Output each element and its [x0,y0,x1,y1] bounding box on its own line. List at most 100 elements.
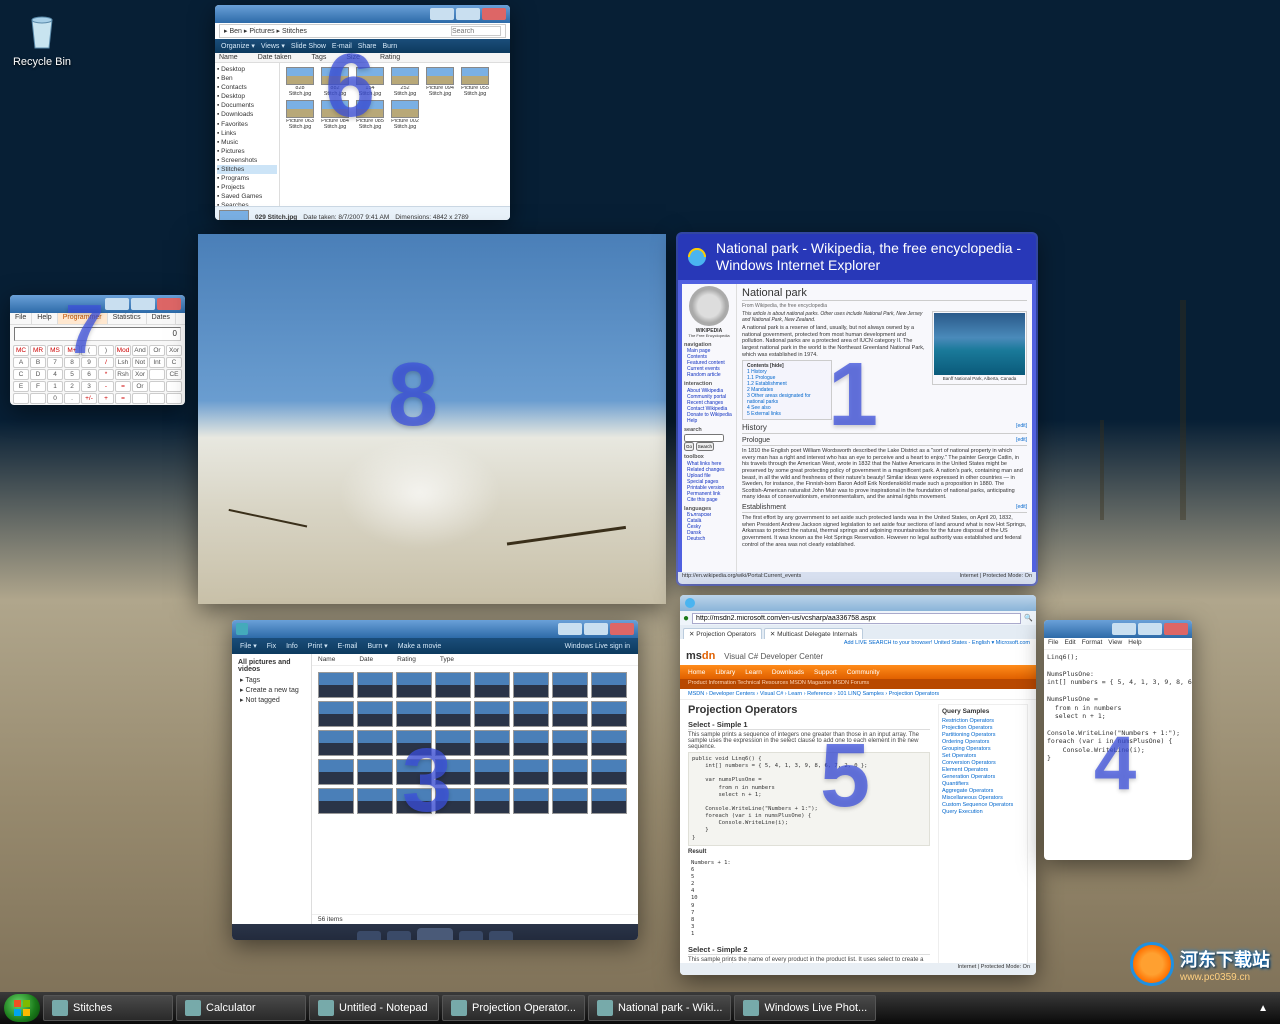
msdn-address-bar[interactable]: ● 🔍 [680,611,1036,625]
msdn-nav[interactable]: HomeLibraryLearnDownloadsSupportCommunit… [680,665,1036,679]
calc-key[interactable]: 0 [47,393,63,404]
tree-item[interactable]: ▪ Desktop [217,65,277,74]
toolbar-item[interactable]: Share [358,43,377,50]
sidebar-item[interactable]: ▸ Not tagged [238,695,305,705]
rotate-left-button[interactable] [387,931,411,940]
photo-thumbnail[interactable] [474,730,510,756]
toolbar-item[interactable]: File ▾ [240,642,257,650]
photo-thumbnail[interactable] [474,759,510,785]
close-button[interactable] [482,8,506,20]
calculator-window[interactable]: FileHelpProgrammerStatisticsDates 0 MCMR… [10,295,185,405]
calc-tab[interactable]: Dates [147,313,176,324]
photo-thumbnail[interactable] [396,788,432,814]
toc-item[interactable]: 5 External links [747,411,827,417]
calc-key[interactable]: 9 [81,357,97,368]
calc-tabs[interactable]: FileHelpProgrammerStatisticsDates [10,313,185,325]
wiki-search-input[interactable] [684,434,724,442]
nav-item[interactable]: Home [688,669,705,676]
photo-thumbnail[interactable] [552,788,588,814]
taskbar-button[interactable]: Calculator [176,995,306,1021]
file-thumbnail[interactable]: Picture 002 Stitch.jpg [389,100,421,130]
taskbar-button[interactable]: Stitches [43,995,173,1021]
sidebar-item[interactable]: ▸ Create a new tag [238,685,305,695]
calc-key[interactable]: A [13,357,29,368]
tree-item[interactable]: ▪ Links [217,129,277,138]
prev-button[interactable] [357,931,381,940]
calc-key[interactable]: / [98,357,114,368]
nav-item[interactable]: Community [847,669,880,676]
column-header[interactable]: Size [346,54,360,61]
calc-key[interactable]: E [13,381,29,392]
calc-key[interactable]: Rsh [115,369,131,380]
column-headers[interactable]: NameDate takenTagsSizeRating [215,53,510,63]
calc-key[interactable] [149,369,165,380]
address-bar[interactable]: ▸ Ben ▸ Pictures ▸ Stitches [219,24,506,38]
calc-key[interactable]: CE [166,369,182,380]
sidebar-link[interactable]: Aggregate Operators [942,787,1024,794]
calc-key[interactable] [149,381,165,392]
notepad-text[interactable]: Linq6(); NumsPlusOne: int[] numbers = { … [1044,650,1192,766]
url-input[interactable] [692,613,1021,624]
toolbar-item[interactable]: Make a movie [398,643,442,650]
calc-key[interactable]: D [30,369,46,380]
menu-item[interactable]: Help [1128,639,1141,648]
photo-thumbnail[interactable] [357,730,393,756]
tray-icon[interactable]: ▲ [1258,1003,1268,1014]
calc-tab[interactable]: File [10,313,32,324]
calc-key[interactable]: 7 [47,357,63,368]
gallery-grid[interactable] [312,666,638,914]
calc-key[interactable]: . [64,393,80,404]
tree-item[interactable]: ▪ Downloads [217,110,277,119]
photo-thumbnail[interactable] [435,701,471,727]
rotate-right-button[interactable] [459,931,483,940]
photo-thumbnail[interactable] [318,701,354,727]
photo-thumbnail[interactable] [474,788,510,814]
photo-thumbnail[interactable] [396,672,432,698]
taskbar-button[interactable]: National park - Wiki... [588,995,732,1021]
taskbar[interactable]: StitchesCalculatorUntitled - NotepadProj… [0,992,1280,1024]
calc-key[interactable]: - [98,381,114,392]
calc-key[interactable]: Lsh [115,357,131,368]
toolbar-item[interactable]: E-mail [332,43,352,50]
file-thumbnail[interactable]: 882 Stitch.jpg [319,67,351,97]
calc-key[interactable]: F [30,381,46,392]
photo-thumbnail[interactable] [435,788,471,814]
browser-tabs[interactable]: ✕ Projection Operators✕ Multicast Delega… [680,625,1036,639]
ie-msdn-window[interactable]: ● 🔍 ✕ Projection Operators✕ Multicast De… [680,595,1036,975]
column-header[interactable]: Tags [312,54,327,61]
calc-key[interactable]: M+ [64,345,80,356]
msdn-breadcrumb[interactable]: MSDN › Developer Centers › Visual C# › L… [680,689,1036,700]
nav-item[interactable]: Learn [745,669,762,676]
calc-key[interactable]: MR [30,345,46,356]
calc-key[interactable]: ( [81,345,97,356]
sidebar-link[interactable]: Ordering Operators [942,738,1024,745]
calc-key[interactable]: MC [13,345,29,356]
calc-key[interactable] [132,393,148,404]
toolbar-item[interactable]: Info [286,643,298,650]
recycle-bin[interactable]: Recycle Bin [12,12,72,68]
calc-key[interactable]: = [115,393,131,404]
nav-item[interactable]: Downloads [772,669,804,676]
photo-thumbnail[interactable] [396,759,432,785]
calc-key[interactable]: = [115,381,131,392]
column-header[interactable]: Date [359,656,373,663]
menu-item[interactable]: File [1048,639,1058,648]
calc-key[interactable]: Or [149,345,165,356]
calc-key[interactable]: Not [132,357,148,368]
next-button[interactable] [489,931,513,940]
wiki-link[interactable]: Random article [684,372,734,378]
calc-key[interactable]: 8 [64,357,80,368]
nav-item[interactable]: Library [715,669,735,676]
file-thumbnail[interactable]: Picture 063 Stitch.jpg [284,100,316,130]
calc-titlebar[interactable] [10,295,185,313]
toolbar-item[interactable]: Organize ▾ [221,42,255,50]
tree-item[interactable]: ▪ Pictures [217,147,277,156]
column-header[interactable]: Date taken [258,54,292,61]
column-header[interactable]: Name [318,656,335,663]
photo-thumbnail[interactable] [591,701,627,727]
wikipedia-logo[interactable] [689,286,729,326]
photo-thumbnail[interactable] [396,701,432,727]
explorer-titlebar[interactable] [215,5,510,23]
sidebar-link[interactable]: Conversion Operators [942,759,1024,766]
sidebar-link[interactable]: Miscellaneous Operators [942,794,1024,801]
